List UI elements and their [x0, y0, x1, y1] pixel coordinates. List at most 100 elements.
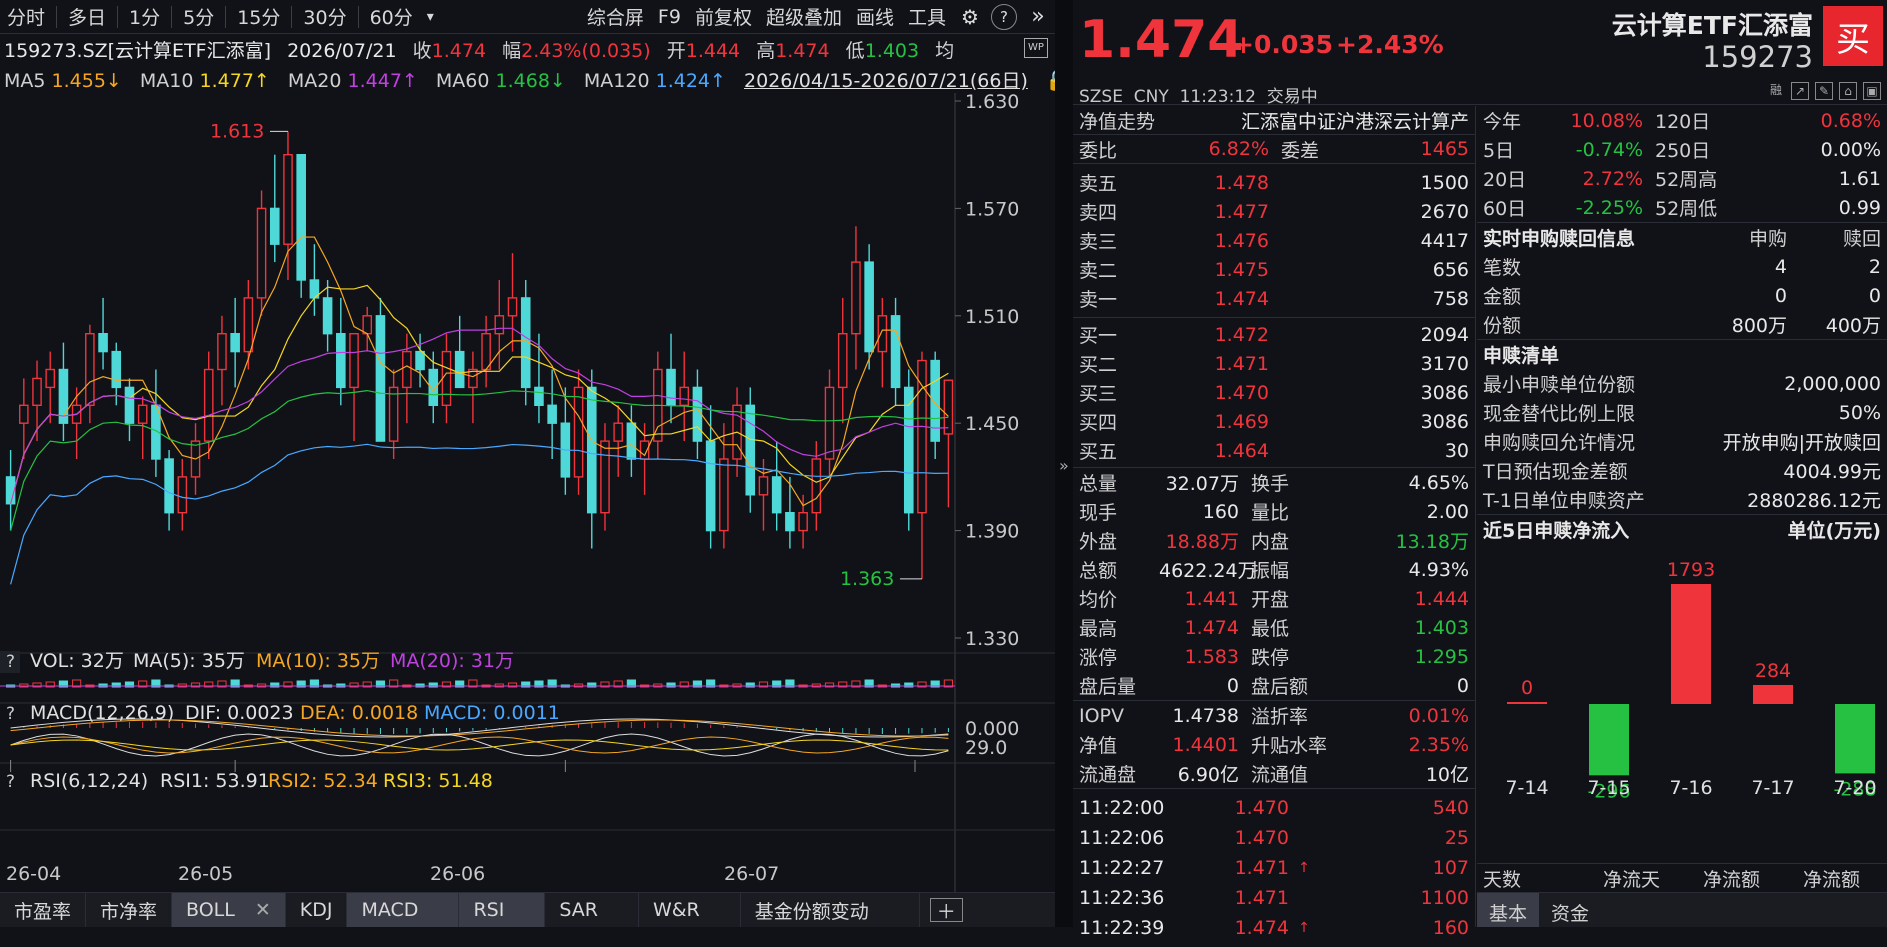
f9-button[interactable]: F9 [651, 6, 688, 28]
flow-bar [1671, 584, 1711, 704]
candle-body [586, 386, 597, 514]
tools-button[interactable]: 工具 [901, 3, 953, 30]
help-icon[interactable]: ? [6, 652, 15, 672]
indicator-tabs: 市盈率 市净率 BOLL ✕ KDJ MACD RSI SAR W&R 基金份额变… [0, 892, 1055, 927]
help-icon[interactable]: ? [6, 704, 15, 724]
bid-row: 买二 1.471 3170 [1079, 349, 1469, 378]
stat-value: 160 [1202, 500, 1239, 523]
screenshot-icon[interactable]: WP [1024, 38, 1048, 58]
tab-kdj[interactable]: KDJ [286, 893, 348, 927]
level-volume: 656 [1432, 258, 1469, 281]
quote-summary-line: 159273.SZ[云计算ETF汇添富] 2026/07/21 收1.474 幅… [4, 36, 964, 62]
adjust-button[interactable]: 前复权 [688, 3, 759, 30]
price-change: +0.035 [1233, 30, 1334, 59]
y-tick-label: 1.630 [965, 93, 1019, 113]
level-label: 卖一 [1079, 289, 1118, 311]
home-icon[interactable]: ⌂ [1839, 82, 1857, 100]
period-toolbar: 分时 多日 1分 5分 15分 30分 60分 ▾ 综合屏 F9 前复权 超级叠… [0, 0, 1055, 34]
stat-value: 13.18万 [1395, 531, 1469, 553]
panel-splitter[interactable]: » [1055, 0, 1073, 927]
flow-date-label: 7-17 [1751, 777, 1794, 799]
window-icon[interactable]: ▣ [1863, 82, 1881, 100]
candle-body [441, 350, 452, 407]
close-value: 1.474 [431, 40, 487, 62]
close-icon[interactable]: ✕ [255, 899, 271, 921]
candle-body [19, 404, 29, 424]
rsi2-value: RSI2: 52.34 [268, 770, 378, 792]
tab-rsi[interactable]: RSI [459, 893, 546, 927]
share-icon[interactable]: ↗ [1791, 82, 1809, 100]
y-tick-label: 1.450 [965, 413, 1019, 435]
tab-macd[interactable]: MACD [347, 893, 460, 927]
tab-capital[interactable]: 资金 [1539, 893, 1601, 927]
redeem-row: 现金替代比例上限 50% [1483, 398, 1881, 427]
level-label: 买五 [1079, 441, 1118, 463]
tab-15min[interactable]: 15分 [230, 3, 287, 30]
period-range[interactable]: 2026/04/15-2026/07/21(66日) [744, 70, 1028, 92]
tab-1min[interactable]: 1分 [122, 3, 167, 30]
tab-fund-share[interactable]: 基金份额变动 [741, 893, 920, 927]
buy-button[interactable]: 买 [1823, 6, 1883, 66]
help-icon[interactable]: ? [991, 3, 1017, 30]
stat-label: 均价 [1079, 589, 1118, 611]
tab-5min[interactable]: 5分 [176, 3, 221, 30]
add-tab-icon[interactable]: ＋ [929, 898, 963, 923]
stat-value: 1.441 [1184, 587, 1239, 610]
open-value: 1.444 [685, 40, 741, 62]
candle-body [256, 207, 267, 299]
tick-row: 11:22:00 1.470 540 [1079, 793, 1469, 823]
stat-value: 0 [1226, 674, 1239, 697]
stat-label: 总额 [1079, 560, 1118, 582]
redeem-table: 最小申赎单位份额 2,000,000 现金替代比例上限 50% 申购赎回允许情况 开放申购… [1477, 369, 1887, 515]
expand-icon[interactable]: » [1025, 4, 1051, 30]
trade-status: 交易中 [1266, 87, 1318, 107]
tab-60min[interactable]: 60分 [363, 3, 420, 30]
tab-basic[interactable]: 基本 [1477, 893, 1540, 927]
realtime-table: 笔数 4 2 金额 0 0 份额 800万 400万 [1477, 252, 1887, 340]
tab-multiday[interactable]: 多日 [61, 3, 113, 30]
level-volume: 1500 [1420, 171, 1469, 194]
margin-icon[interactable]: 融 [1767, 82, 1785, 100]
perf-label: 今年 [1483, 111, 1522, 133]
flow-footer: 天数 净流天 净流额 净流额 [1477, 863, 1887, 892]
overlay-button[interactable]: 超级叠加 [759, 3, 849, 30]
realtime-row: 金额 0 0 [1483, 281, 1881, 310]
draw-line-button[interactable]: 画线 [849, 3, 901, 30]
stat-row: 总额 4622.24万 振幅 4.93% [1079, 555, 1469, 584]
fund-info-column: 今年 10.08% 120日 0.68% 5日 -0.74% 250日 0.00% 20日 2.7… [1477, 106, 1887, 927]
tab-pb[interactable]: 市净率 [86, 893, 173, 927]
redeem-value: 2880286.12元 [1747, 490, 1881, 512]
tab-30min[interactable]: 30分 [296, 3, 353, 30]
tab-timeshare[interactable]: 分时 [0, 3, 52, 30]
security-name: 云计算ETF汇添富 [1611, 11, 1813, 40]
tab-sar[interactable]: SAR [545, 893, 639, 927]
redeem-label: T日预估现金差额 [1483, 461, 1628, 483]
perf-value: 10.08% [1570, 109, 1643, 132]
vol-ma20: MA(20): 31万 [390, 650, 514, 672]
candle-body [626, 422, 637, 460]
rt-value: 0 [1774, 284, 1787, 307]
price-change-pct: +2.43% [1336, 30, 1444, 59]
composite-screen-button[interactable]: 综合屏 [580, 3, 651, 30]
period-dropdown-icon[interactable]: ▾ [420, 9, 441, 25]
open-label: 开 [666, 40, 686, 62]
nav-trend-row[interactable]: 净值走势 汇添富中证沪港深云计算产 [1073, 106, 1475, 135]
stat-value: 4622.24万 [1159, 560, 1257, 582]
help-icon[interactable]: ? [6, 772, 15, 792]
ask-row: 卖四 1.477 2670 [1079, 197, 1469, 226]
tab-wr[interactable]: W&R [639, 893, 741, 927]
edit-icon[interactable]: ✎ [1815, 82, 1833, 100]
kline-svg[interactable]: 1.630 1.570 1.510 1.450 1.390 1.330 1.613 1.363… [0, 91, 1055, 927]
level-label: 卖五 [1079, 173, 1118, 195]
gear-icon[interactable]: ⚙ [957, 4, 983, 30]
redeem-header: 申赎清单 [1483, 345, 1560, 367]
stat-value: 1.4738 [1172, 704, 1239, 727]
tab-pe[interactable]: 市盈率 [0, 893, 87, 927]
perf-value: 1.61 [1838, 167, 1881, 190]
tab-boll[interactable]: BOLL ✕ [172, 893, 286, 927]
divider [171, 5, 173, 28]
flow-date-label: 7-15 [1587, 777, 1630, 799]
candle-body [243, 297, 254, 353]
perf-row: 20日 2.72% 52周高 1.61 [1483, 164, 1881, 193]
collapse-arrow-icon[interactable]: » [1059, 456, 1069, 475]
